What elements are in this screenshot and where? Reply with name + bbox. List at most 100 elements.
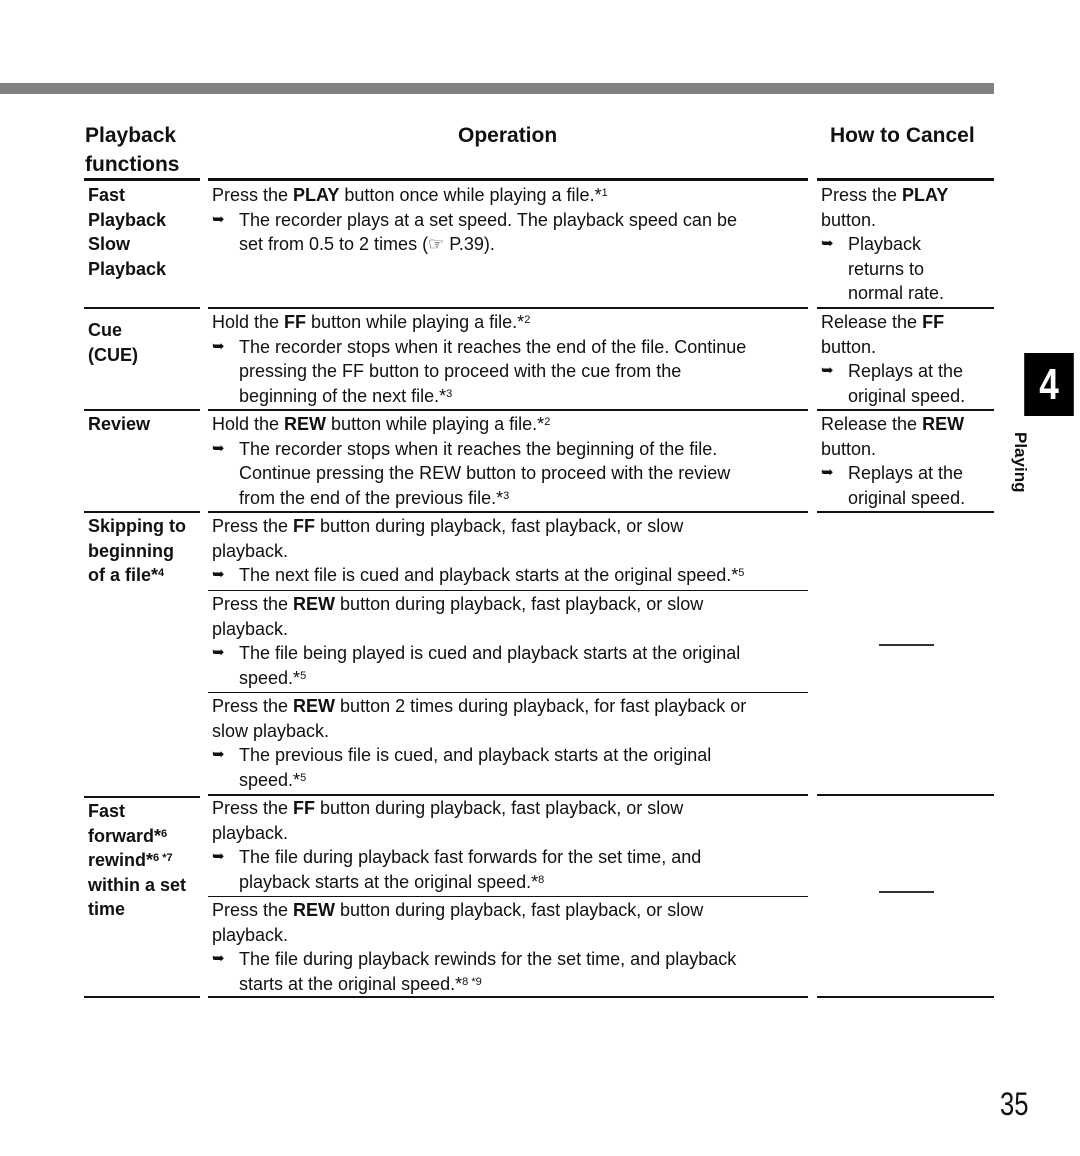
function-line: Review [88,414,151,434]
text: button. [821,438,877,459]
text: playback starts at the original speed.* [239,871,539,892]
operation-rew-set-time: Press the REW button during playback, fa… [212,898,804,996]
text: Press the [212,900,294,920]
result-text: The recorder stops when it reaches the b… [239,438,718,459]
result-text: The file during playback fast forwards f… [239,847,702,867]
button-name: FF [922,312,945,332]
text: slow playback. [212,720,330,741]
operation-ff-set-time: Press the FF button during playback, fas… [212,796,804,894]
text: Press the [212,185,294,205]
text: button during playback, fast playback, o… [335,594,704,614]
row-rule [84,996,200,998]
row-rule [817,409,994,411]
result-text: The recorder plays at a set speed. The p… [239,209,737,230]
function-review: Review [88,412,150,437]
footnote-ref: 3 [446,387,453,400]
row-rule [208,996,808,998]
operation-step: Press the REW button during playback, fa… [212,898,804,923]
chapter-label: Playing [1011,432,1030,493]
footnote-ref: 5 [300,669,307,682]
result: ➥ The next file is cued and playback sta… [212,563,804,588]
function-line: Slow [88,234,131,254]
result: ➥ The file during playback fast forwards… [212,845,804,894]
text: button 2 times during playback, for fast… [335,696,747,716]
button-name: FF [293,798,316,818]
result-text: Continue pressing the REW button to proc… [239,463,731,483]
function-line: Playback [88,209,167,230]
function-line: within a set [88,874,187,895]
function-line: Playback [88,258,167,279]
footnote-ref: 2 [544,416,551,428]
text: playback. [212,924,289,945]
operation-step: Hold the REW button while playing a file… [212,412,804,437]
footnote-ref: 5 [300,771,307,784]
arrow-right-icon: ➥ [212,746,225,763]
arrow-right-icon: ➥ [212,210,225,228]
arrow-right-icon: ➥ [212,644,225,661]
text: Press the [212,594,294,614]
row-rule [84,796,200,798]
text: Release the [821,312,923,332]
cancel-fast-slow: Press the PLAY button. ➥ Playback return… [821,183,948,306]
result: ➥ Playback returns to normal rate. [821,232,948,306]
text: button. [821,336,877,357]
result: ➥ The recorder stops when it reaches the… [212,335,804,409]
result-text: set from 0.5 to 2 times (☞ P.39). [239,234,495,254]
function-line: Cue [88,320,123,340]
button-name: PLAY [293,185,340,205]
cancel-step: Press the PLAY [821,183,948,208]
result-text: original speed. [848,385,966,406]
operation-cue: Hold the FF button while playing a file.… [212,310,804,408]
text: Press the [212,798,294,818]
header-rule-col3 [817,178,994,181]
text: Press the [212,696,294,716]
operation-skip-rew: Press the REW button during playback, fa… [212,592,804,690]
footnote-ref: 8 [538,873,545,886]
button-name: REW [293,696,336,716]
text: Hold the [212,414,285,434]
button-name: REW [284,414,327,434]
operation-review: Hold the REW button while playing a file… [212,412,804,510]
text: rewind* [88,850,154,870]
operation-step: Press the REW button during playback, fa… [212,592,804,617]
header-how-to-cancel: How to Cancel [830,124,975,147]
text: Hold the [212,312,285,332]
operation-step: Press the PLAY button once while playing… [212,183,804,208]
arrow-right-icon: ➥ [821,235,834,252]
operation-step: Press the REW button 2 times during play… [212,694,804,719]
button-name: FF [293,516,316,536]
cancel-cue: Release the FF button. ➥ Replays at the … [821,310,965,408]
header-rule-col1 [84,178,200,181]
text: Release the [821,414,923,434]
button-name: REW [293,594,336,614]
result-text: speed.*5 [212,666,804,691]
header-rule-col2 [208,178,808,181]
text: forward* [88,825,162,846]
result-text: playback starts at the original speed.*8 [212,870,804,895]
function-line: Skipping to [88,516,186,536]
function-line: time [88,899,126,919]
arrow-right-icon: ➥ [212,566,225,583]
row-rule [84,409,200,411]
operation-step: Press the FF button during playback, fas… [212,796,804,821]
text: playback. [212,540,289,561]
result-text: returns to [848,258,925,279]
result-text: The previous file is cued, and playback … [239,745,712,765]
row-rule [208,511,808,513]
row-rule [208,409,808,411]
button-name: PLAY [902,185,949,205]
header-col1-line1: Playback [85,124,177,147]
operation-step: Press the FF button during playback, fas… [212,514,804,539]
footnote-ref: 5 [738,567,745,579]
result: ➥ The file during playback rewinds for t… [212,947,804,996]
arrow-right-icon: ➥ [212,950,225,967]
row-rule [84,307,200,309]
function-line: (CUE) [88,344,138,365]
function-ff-rew-set-time: Fast forward*6 rewind*6 *7 within a set … [88,799,186,922]
text: button. [821,209,877,230]
header-playback-functions: Playback functions [85,121,180,179]
result-text: speed.*5 [212,768,804,793]
text: of a file* [88,565,159,585]
result-text: Playback [848,234,922,254]
result-text: The recorder stops when it reaches the e… [239,336,747,357]
